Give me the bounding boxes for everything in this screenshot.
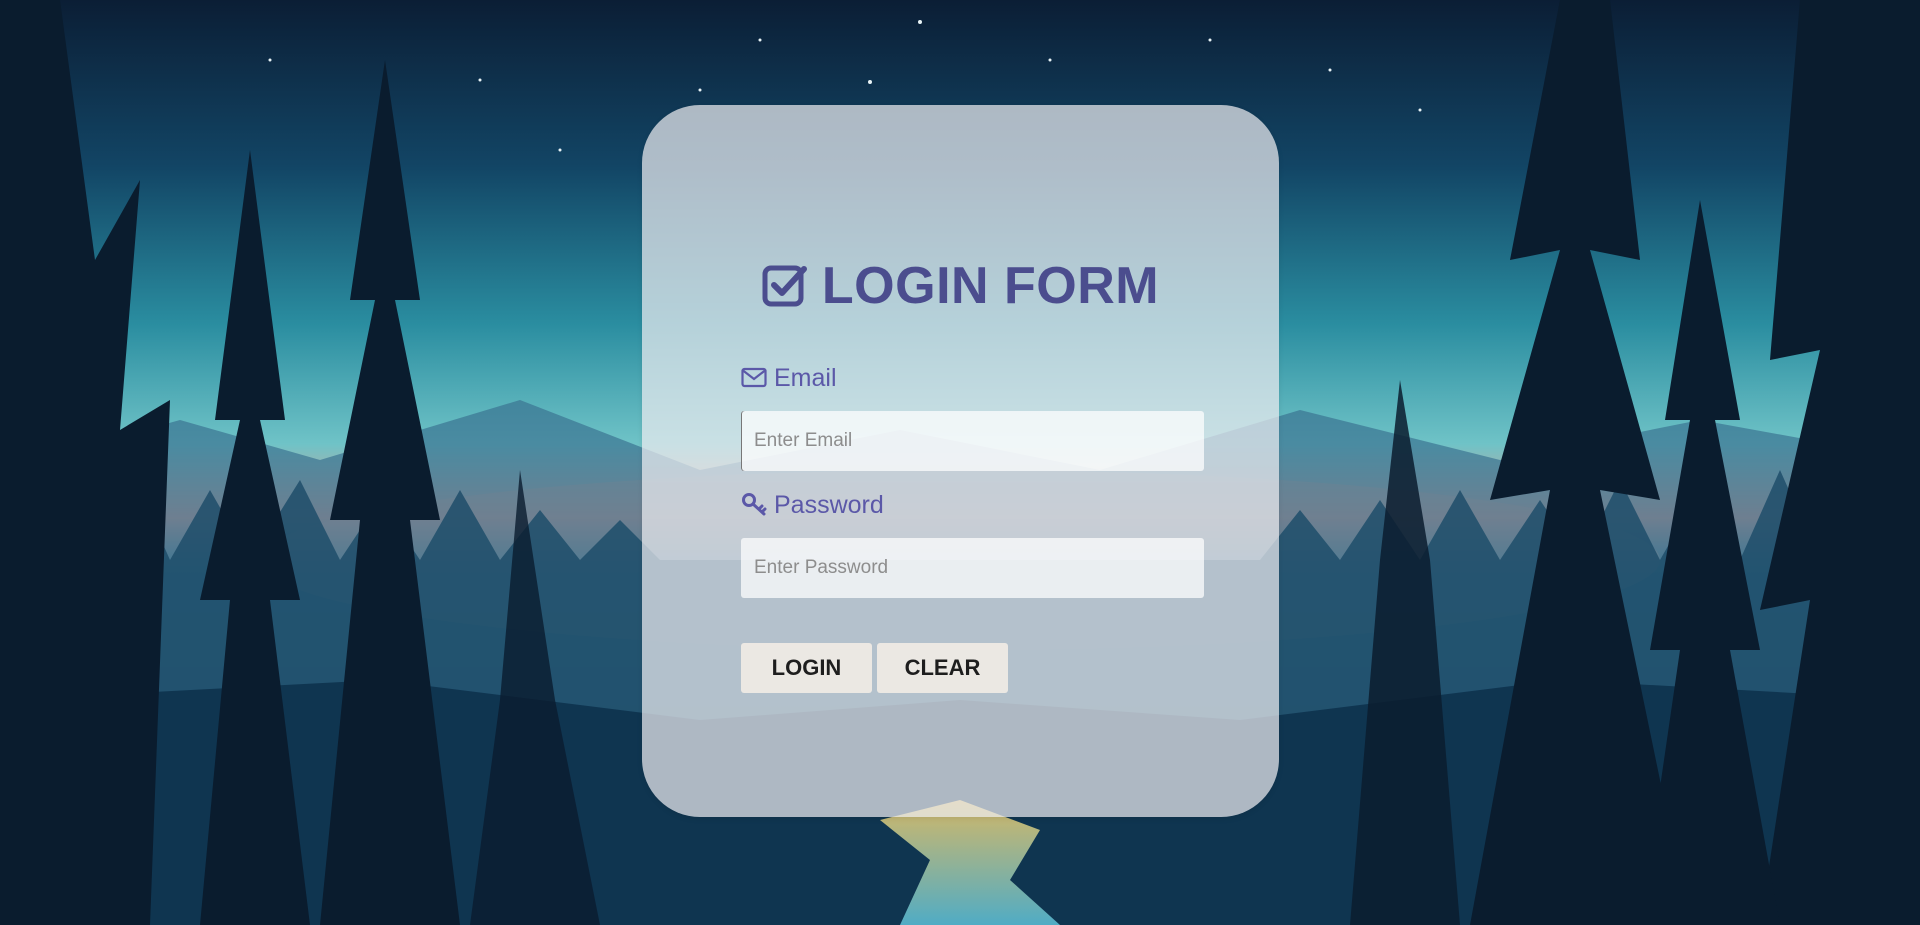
- envelope-icon: [741, 364, 767, 390]
- password-label-text: Password: [774, 491, 884, 519]
- password-input[interactable]: [741, 538, 1204, 598]
- email-label-text: Email: [774, 364, 837, 392]
- login-card: LOGIN FORM Email Password LOGIN CLEAR: [642, 105, 1279, 817]
- clear-button[interactable]: CLEAR: [877, 643, 1008, 693]
- login-button[interactable]: LOGIN: [741, 643, 872, 693]
- key-icon: [741, 491, 767, 517]
- email-input[interactable]: [741, 411, 1204, 471]
- check-square-icon: [762, 261, 808, 307]
- form-title: LOGIN FORM: [642, 255, 1279, 317]
- form-title-text: LOGIN FORM: [821, 257, 1160, 315]
- email-label: Email: [741, 363, 837, 393]
- password-label: Password: [741, 490, 884, 520]
